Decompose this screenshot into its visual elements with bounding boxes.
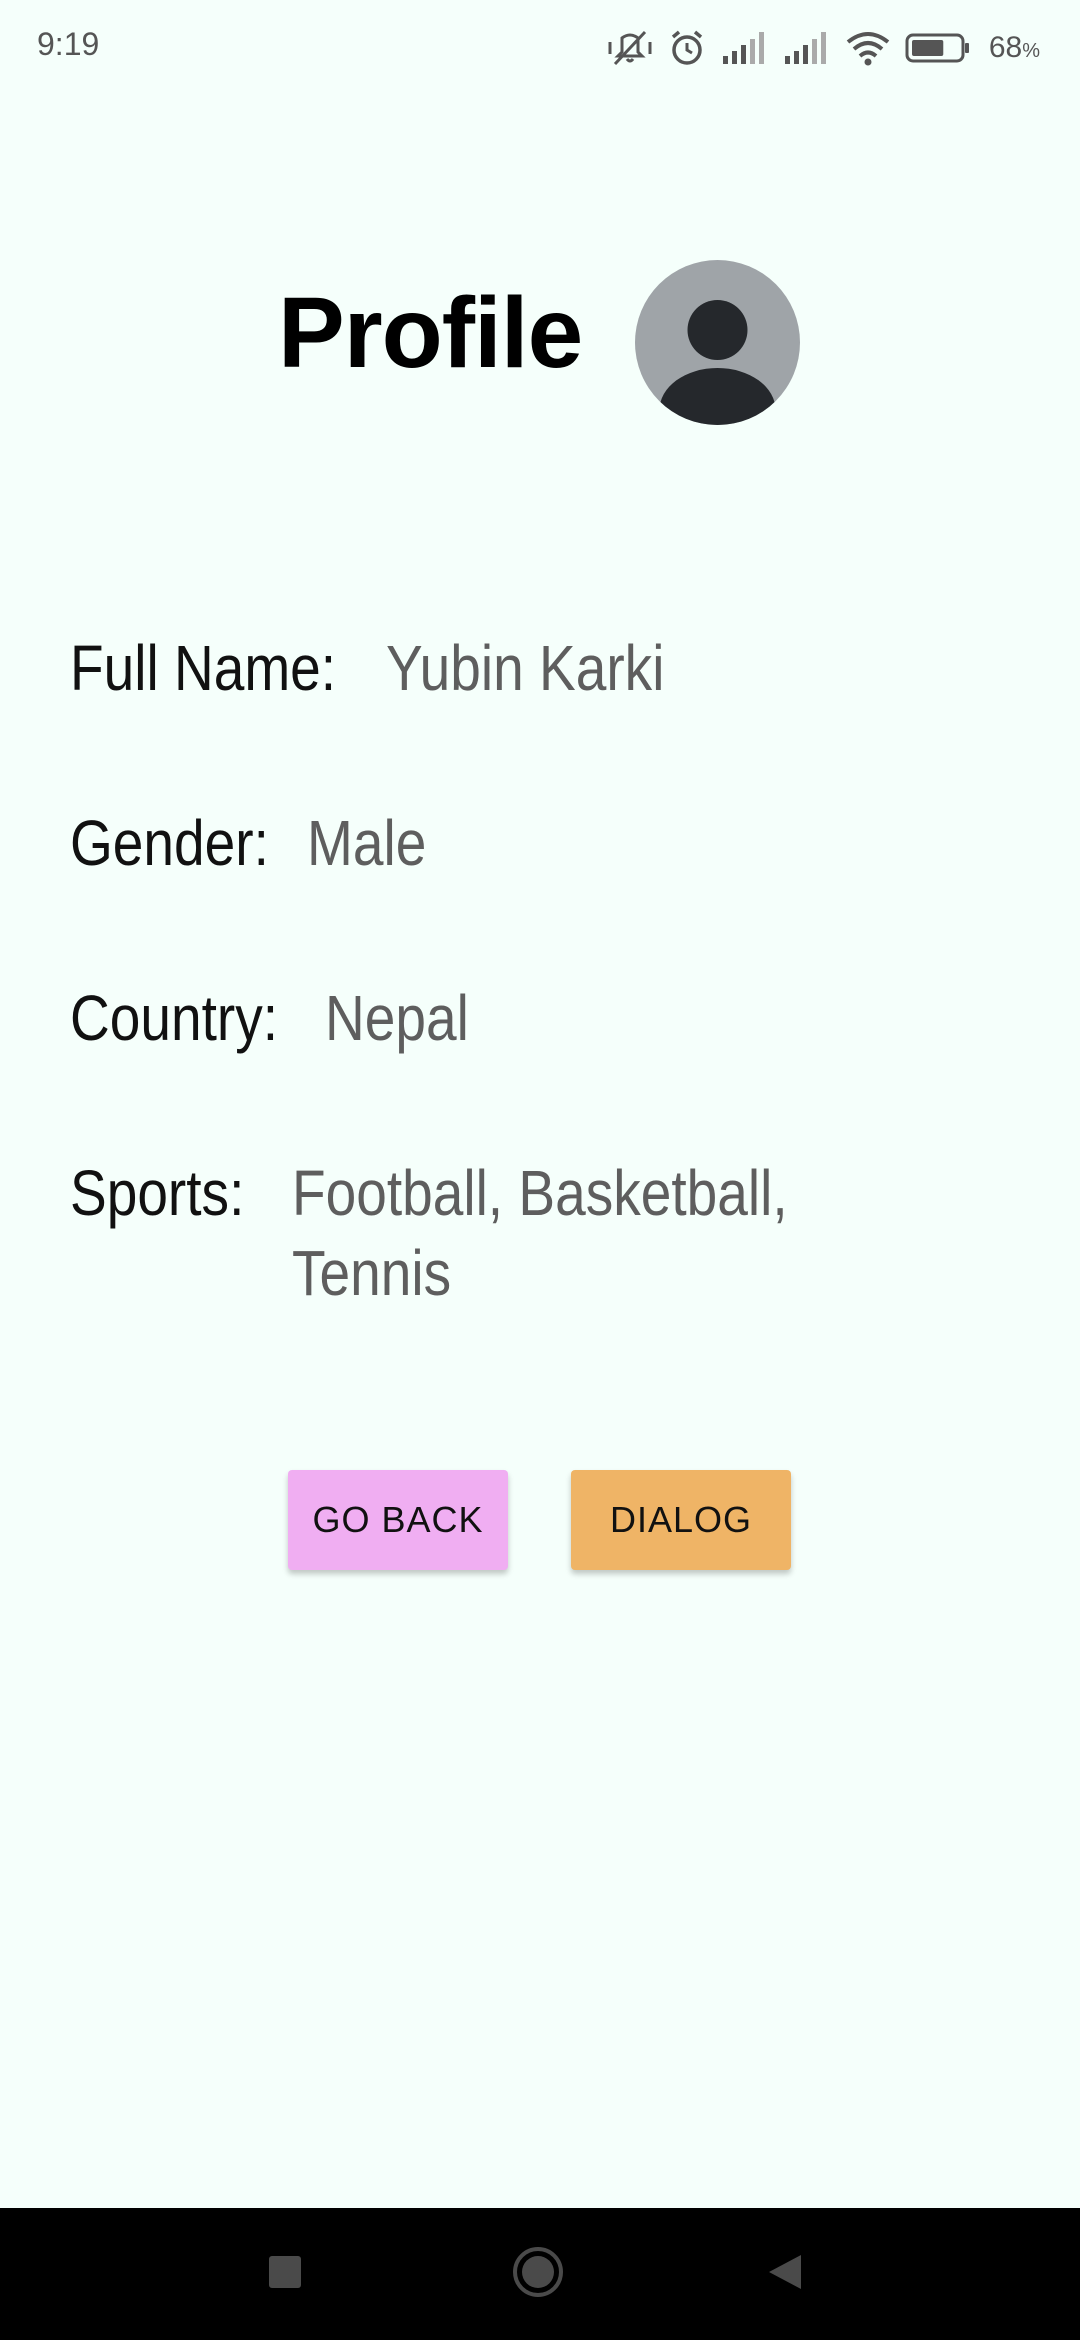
recent-apps-icon	[267, 2254, 303, 2295]
home-icon	[511, 2245, 565, 2304]
status-time: 9:19	[37, 26, 100, 62]
alarm-icon	[667, 28, 707, 68]
country-label: Country:	[70, 982, 279, 1054]
sports-value: Football, Basketball, Tennis	[292, 1157, 788, 1309]
go-back-button[interactable]: GO BACK	[288, 1470, 508, 1570]
country-value: Nepal	[325, 982, 469, 1054]
status-icons: 68%	[607, 24, 1040, 72]
back-icon	[765, 2252, 805, 2297]
page-title: Profile	[278, 277, 583, 389]
sports-row: Sports: Football, Basketball, Tennis	[70, 1153, 788, 1309]
sports-label: Sports:	[70, 1157, 245, 1229]
wifi-icon	[845, 30, 891, 66]
avatar[interactable]	[635, 260, 800, 425]
signal-icon	[721, 30, 769, 66]
battery-percentage: 68%	[988, 31, 1040, 64]
person-avatar-icon	[635, 260, 800, 425]
signal-icon	[783, 30, 831, 66]
battery-icon	[905, 32, 971, 64]
status-bar: 9:19 68%	[0, 0, 1080, 96]
recent-apps-button[interactable]	[215, 2208, 355, 2340]
gender-label: Gender:	[70, 807, 269, 879]
country-row: Country: Nepal	[70, 978, 469, 1058]
full-name-value: Yubin Karki	[386, 632, 665, 704]
dialog-button[interactable]: DIALOG	[571, 1470, 791, 1570]
mute-vibrate-icon	[607, 28, 653, 68]
full-name-label: Full Name:	[70, 632, 337, 704]
gender-value: Male	[307, 807, 427, 879]
navigation-bar	[0, 2208, 1080, 2340]
back-button[interactable]	[715, 2208, 855, 2340]
gender-row: Gender: Male	[70, 803, 426, 883]
home-button[interactable]	[468, 2208, 608, 2340]
full-name-row: Full Name: Yubin Karki	[70, 628, 664, 708]
